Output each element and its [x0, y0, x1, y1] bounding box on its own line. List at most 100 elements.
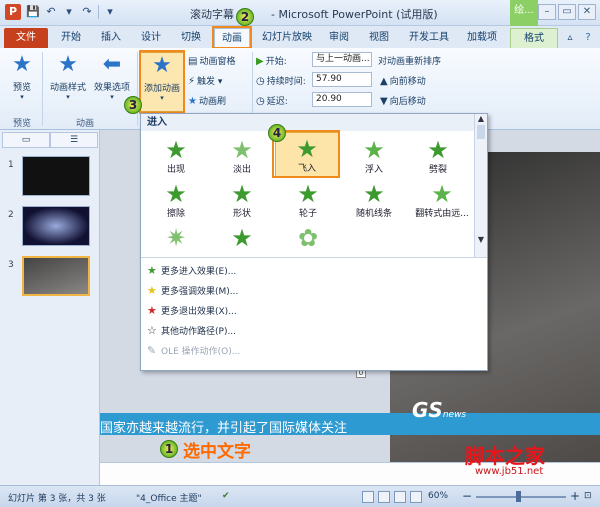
tab-developer[interactable]: 开发工具: [404, 28, 454, 48]
zoom-level[interactable]: 60%: [428, 491, 448, 501]
slides-view-tab[interactable]: ▭: [2, 132, 50, 148]
powerpoint-logo-icon[interactable]: P: [5, 4, 21, 20]
wipe-star-icon: ★: [165, 180, 187, 208]
more-exit-effects[interactable]: ★ 更多退出效果(X)...: [147, 304, 237, 317]
tab-review[interactable]: 审阅: [324, 28, 354, 48]
trigger-label: 触发: [197, 77, 216, 87]
grow-turn-star-icon: ★: [431, 180, 453, 208]
effect-split[interactable]: ★ 劈裂: [407, 138, 469, 175]
effect-grow-turn[interactable]: ★ 翻转式由远...: [407, 182, 477, 219]
slide-info: 幻灯片 第 3 张，共 3 张: [8, 494, 106, 504]
watermark-brand: 脚本之家: [465, 444, 545, 468]
swivel-star-icon: ★: [231, 224, 253, 252]
drawing-tools-context-title: 绘...: [510, 0, 538, 26]
tab-insert[interactable]: 插入: [96, 28, 126, 48]
zoom-slider[interactable]: [476, 496, 566, 498]
file-name: 滚动字幕: [190, 8, 234, 21]
animation-painter-button[interactable]: ★ 动画刷: [188, 94, 226, 107]
instruction-text: 选中文字: [183, 442, 251, 462]
spellcheck-icon[interactable]: ✔: [222, 491, 230, 501]
animation-styles-label: 动画样式: [49, 83, 86, 93]
animation-pane-icon: ▤: [188, 56, 198, 67]
scroll-down-icon[interactable]: ▼: [475, 235, 487, 244]
close-icon[interactable]: ✕: [578, 4, 596, 20]
outline-view-tab[interactable]: ☰: [50, 132, 98, 148]
green-star-icon: ★: [147, 264, 157, 277]
entrance-header: 进入: [141, 114, 475, 131]
more-motion-paths[interactable]: ☆ 其他动作路径(P)...: [147, 324, 236, 337]
minimize-ribbon-icon[interactable]: ▵: [562, 28, 578, 48]
highlight-animations-tab: [212, 26, 252, 49]
tab-file[interactable]: 文件: [4, 28, 48, 48]
tab-slide-show[interactable]: 幻灯片放映: [258, 28, 316, 48]
zoom-out-icon[interactable]: −: [462, 489, 472, 503]
more-entrance-effects[interactable]: ★ 更多进入效果(E)...: [147, 264, 236, 277]
minimize-icon[interactable]: –: [538, 4, 556, 20]
fit-to-window-icon[interactable]: ⊡: [584, 491, 592, 501]
undo-dropdown-icon[interactable]: ▾: [62, 5, 76, 19]
window-controls: – ▭ ✕: [538, 4, 596, 20]
redo-icon[interactable]: ↷: [80, 5, 94, 19]
slide-sorter-view-icon[interactable]: [378, 491, 390, 503]
trigger-button[interactable]: ⚡ 触发 ▾: [188, 74, 222, 87]
duration-input[interactable]: 57.90: [312, 72, 372, 87]
effect-zoom[interactable]: ✷: [145, 226, 207, 250]
effect-wheel[interactable]: ★ 轮子: [277, 182, 339, 219]
slideshow-view-icon[interactable]: [410, 491, 422, 503]
help-icon[interactable]: ?: [580, 28, 596, 48]
tab-addins[interactable]: 加载项: [462, 28, 502, 48]
animation-pane-button[interactable]: ▤ 动画窗格: [188, 54, 235, 67]
reading-view-icon[interactable]: [394, 491, 406, 503]
slide-thumbnail-2[interactable]: [22, 206, 90, 246]
effect-fade[interactable]: ★ 淡出: [211, 138, 273, 175]
effect-wipe[interactable]: ★ 擦除: [145, 182, 207, 219]
effect-options-button[interactable]: ⬅ 效果选项 ▾: [90, 52, 134, 101]
effect-float-in[interactable]: ★ 浮入: [343, 138, 405, 175]
start-select[interactable]: 与上一动画...: [312, 52, 372, 67]
effect-shape[interactable]: ★ 形状: [211, 182, 273, 219]
delay-input[interactable]: 20.90: [312, 92, 372, 107]
slide-thumbnail-1[interactable]: [22, 156, 90, 196]
preview-button[interactable]: ★ 预览 ▾: [6, 52, 38, 101]
slide-number: 2: [8, 210, 14, 220]
effect-bounce[interactable]: ✿: [277, 226, 339, 250]
slide-thumbnail-3[interactable]: [22, 256, 90, 296]
ribbon-tabs: 文件 开始 插入 设计 切换 动画 幻灯片放映 审阅 视图 开发工具 加载项 格…: [0, 26, 600, 48]
customize-qat-icon[interactable]: ▾: [103, 5, 117, 19]
animation-styles-button[interactable]: ★ 动画样式 ▾: [48, 52, 88, 101]
restore-icon[interactable]: ▭: [558, 4, 576, 20]
tab-design[interactable]: 设计: [136, 28, 166, 48]
zoom-in-icon[interactable]: +: [570, 489, 580, 503]
move-later-button[interactable]: ▼ 向后移动: [380, 94, 426, 107]
slide-number: 1: [8, 160, 14, 170]
effect-appear[interactable]: ★ 出现: [145, 138, 207, 175]
zoom-slider-thumb[interactable]: [516, 491, 521, 502]
reorder-title: 对动画重新排序: [378, 57, 442, 67]
tab-transitions[interactable]: 切换: [176, 28, 206, 48]
tab-format[interactable]: 格式: [510, 28, 558, 48]
red-star-icon: ★: [147, 304, 157, 317]
scrolling-text-box[interactable]: 国家亦越来越流行，并引起了国际媒体关注: [100, 417, 347, 436]
wheel-star-icon: ★: [297, 180, 319, 208]
scroll-up-icon[interactable]: ▲: [475, 114, 487, 123]
tab-view[interactable]: 视图: [364, 28, 394, 48]
tab-home[interactable]: 开始: [56, 28, 86, 48]
normal-view-icon[interactable]: [362, 491, 374, 503]
effect-options-arrow-icon: ⬅: [102, 52, 122, 77]
duration-label: ◷ 持续时间:: [256, 76, 306, 87]
step-marker-2: 2: [236, 8, 254, 26]
effect-random-bars[interactable]: ★ 随机线条: [343, 182, 405, 219]
scroll-thumb[interactable]: [477, 125, 485, 139]
move-earlier-button[interactable]: ▲ 向前移动: [380, 74, 426, 87]
more-emphasis-effects[interactable]: ★ 更多强调效果(M)...: [147, 284, 238, 297]
effect-swivel[interactable]: ★: [211, 226, 273, 250]
clock-icon: ◷: [256, 76, 265, 87]
theme-name[interactable]: "4_Office 主题": [136, 491, 202, 504]
step-marker-4: 4: [268, 124, 286, 142]
undo-icon[interactable]: ↶: [44, 5, 58, 19]
bounce-star-icon: ✿: [297, 224, 319, 252]
delay-label: ◷ 延迟:: [256, 96, 288, 107]
save-icon[interactable]: 💾: [26, 5, 40, 19]
group-separator: [42, 52, 43, 126]
highlight-add-animation: [139, 50, 185, 114]
